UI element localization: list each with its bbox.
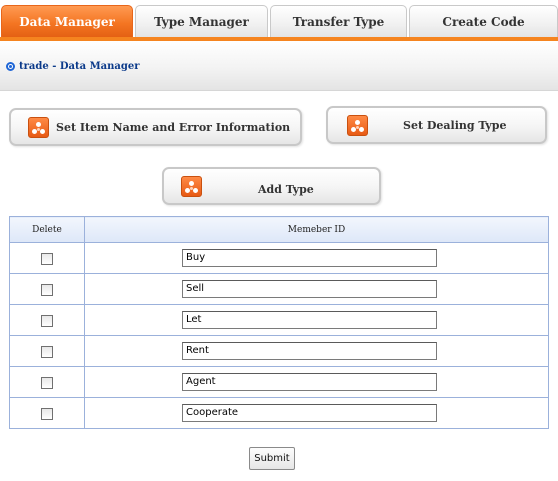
tab-type-manager[interactable]: Type Manager (135, 5, 268, 38)
breadcrumb-band: trade - Data Manager (0, 41, 558, 91)
member-id-cell: Agent (84, 366, 549, 398)
delete-cell (9, 304, 85, 336)
tab-bar: Data Manager Type Manager Transfer Type … (0, 0, 558, 40)
add-type-label: Add Type (258, 183, 314, 196)
table-row: Cooperate (9, 397, 549, 429)
member-id-input[interactable]: Buy (182, 249, 437, 267)
member-id-input[interactable]: Let (182, 311, 437, 329)
member-id-cell: Cooperate (84, 397, 549, 429)
delete-checkbox[interactable] (41, 284, 53, 296)
column-header-member-id: Memeber ID (84, 216, 549, 243)
submit-button[interactable]: Submit (249, 447, 295, 470)
delete-cell (9, 335, 85, 367)
breadcrumb: trade - Data Manager (6, 61, 140, 72)
add-type-button[interactable]: Add Type (162, 167, 381, 205)
orange-settings-icon (347, 115, 368, 136)
orange-settings-icon (181, 176, 202, 197)
member-id-cell: Let (84, 304, 549, 336)
table-row: Sell (9, 273, 549, 305)
delete-checkbox[interactable] (41, 315, 53, 327)
table-row: Agent (9, 366, 549, 398)
set-dealing-type-label: Set Dealing Type (403, 119, 507, 132)
delete-checkbox[interactable] (41, 346, 53, 358)
member-id-input[interactable]: Cooperate (182, 404, 437, 422)
table-header-row: Delete Memeber ID (9, 216, 549, 243)
delete-cell (9, 242, 85, 274)
member-id-cell: Sell (84, 273, 549, 305)
table-row: Buy (9, 242, 549, 274)
delete-cell (9, 366, 85, 398)
delete-checkbox[interactable] (41, 408, 53, 420)
tab-data-manager[interactable]: Data Manager (1, 5, 133, 38)
member-id-cell: Buy (84, 242, 549, 274)
table-row: Rent (9, 335, 549, 367)
breadcrumb-text: trade - Data Manager (19, 61, 140, 72)
delete-checkbox[interactable] (41, 253, 53, 265)
set-dealing-type-button[interactable]: Set Dealing Type (326, 106, 547, 144)
member-id-cell: Rent (84, 335, 549, 367)
delete-cell (9, 397, 85, 429)
set-item-name-label: Set Item Name and Error Information (56, 121, 291, 134)
member-id-input[interactable]: Sell (182, 280, 437, 298)
member-table: Delete Memeber ID Buy Sell Let Rent Agen… (9, 216, 549, 429)
radio-bullet-icon (6, 62, 15, 71)
set-item-name-button[interactable]: Set Item Name and Error Information (9, 108, 302, 146)
delete-checkbox[interactable] (41, 377, 53, 389)
member-id-input[interactable]: Agent (182, 373, 437, 391)
table-row: Let (9, 304, 549, 336)
tab-create-code[interactable]: Create Code (409, 5, 558, 38)
column-header-delete: Delete (9, 216, 85, 243)
delete-cell (9, 273, 85, 305)
orange-settings-icon (28, 117, 49, 138)
tab-transfer-type[interactable]: Transfer Type (270, 5, 407, 38)
member-id-input[interactable]: Rent (182, 342, 437, 360)
